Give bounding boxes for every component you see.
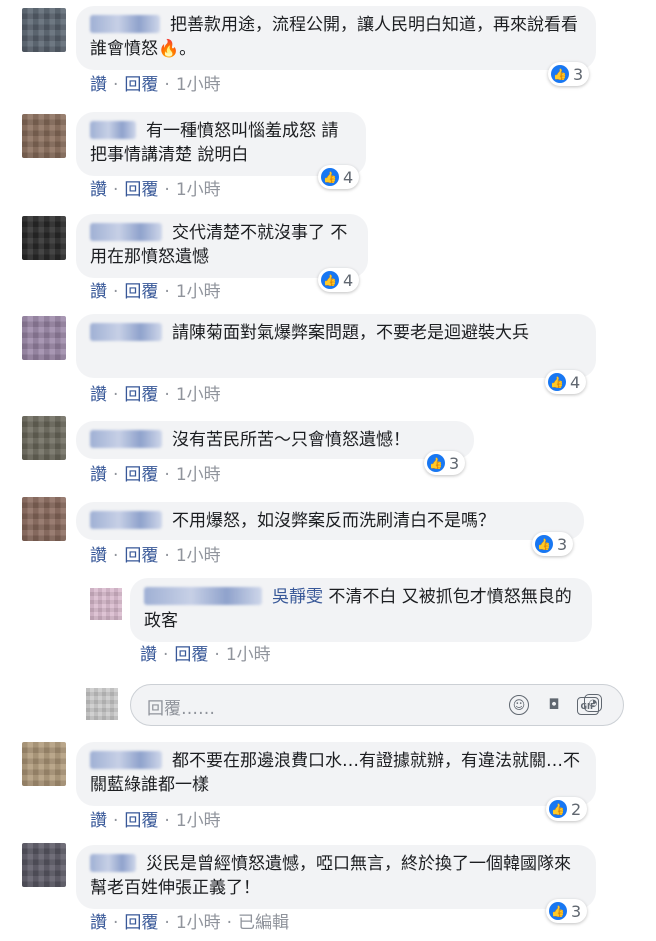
comment-text: 災民是曾經憤怒遺憾，啞口無言，終於換了一個韓國隊來幫老百姓伸張正義了！ <box>90 854 571 898</box>
reply-link[interactable]: 回覆 <box>124 908 158 933</box>
reply-actions: 讚 · 回覆 · 1小時 <box>140 640 271 665</box>
avatar[interactable] <box>22 316 66 360</box>
edited-label[interactable]: 已編輯 <box>238 908 289 933</box>
like-reaction-icon: 👍 <box>551 65 569 83</box>
reply-mention[interactable]: 吳靜雯 <box>272 587 323 607</box>
like-link[interactable]: 讚 <box>90 380 107 405</box>
reply-link[interactable]: 回覆 <box>124 70 158 95</box>
comment-actions: 讚 · 回覆 · 1小時 <box>90 70 221 95</box>
reply-link[interactable]: 回覆 <box>174 640 208 665</box>
like-reaction-icon: 👍 <box>427 454 445 472</box>
like-link[interactable]: 讚 <box>90 277 107 302</box>
comment-actions: 讚 · 回覆 · 1小時 <box>90 380 221 405</box>
commenter-name[interactable] <box>90 323 162 341</box>
timestamp[interactable]: 1小時 <box>176 175 221 200</box>
sticker-icon[interactable]: ◔ <box>584 694 602 712</box>
reply-input-box[interactable]: 回覆…… ☺ ◘ GIF <box>130 684 624 726</box>
emoji-icon[interactable]: ☺ <box>509 695 529 715</box>
reply-link[interactable]: 回覆 <box>124 806 158 831</box>
like-link[interactable]: 讚 <box>90 175 107 200</box>
comment-text: 沒有苦民所苦～只會憤怒遺憾！ <box>172 430 410 450</box>
comment-actions: 讚 · 回覆 · 1小時 · 已編輯 <box>90 908 289 933</box>
reply-link[interactable]: 回覆 <box>124 277 158 302</box>
reaction-count[interactable]: 👍 3 <box>424 451 466 475</box>
comment-bubble: 沒有苦民所苦～只會憤怒遺憾！ <box>76 421 474 459</box>
reply-link[interactable]: 回覆 <box>124 541 158 566</box>
camera-icon[interactable]: ◘ <box>543 694 565 716</box>
commenter-name[interactable] <box>90 430 162 448</box>
like-reaction-icon: 👍 <box>535 535 553 553</box>
commenter-name[interactable] <box>90 15 160 33</box>
comment-actions: 讚 · 回覆 · 1小時 <box>90 806 221 831</box>
comment-actions: 讚 · 回覆 · 1小時 <box>90 541 221 566</box>
timestamp[interactable]: 1小時 <box>176 541 221 566</box>
commenter-name[interactable] <box>90 854 136 872</box>
timestamp[interactable]: 1小時 <box>176 380 221 405</box>
avatar[interactable] <box>22 8 66 52</box>
timestamp[interactable]: 1小時 <box>226 640 271 665</box>
comment-actions: 讚 · 回覆 · 1小時 <box>90 175 221 200</box>
avatar[interactable] <box>90 588 122 620</box>
reaction-count[interactable]: 👍 4 <box>545 370 587 394</box>
commenter-name[interactable] <box>90 511 162 529</box>
comment-text: 請陳菊面對氣爆弊案問題，不要老是迴避裝大兵 <box>172 323 529 343</box>
reaction-count[interactable]: 👍 3 <box>532 532 574 556</box>
like-link[interactable]: 讚 <box>140 640 157 665</box>
avatar[interactable] <box>22 416 66 460</box>
timestamp[interactable]: 1小時 <box>176 908 221 933</box>
reaction-count[interactable]: 👍 4 <box>318 165 360 189</box>
commenter-name[interactable] <box>90 223 162 241</box>
like-link[interactable]: 讚 <box>90 460 107 485</box>
reply-link[interactable]: 回覆 <box>124 380 158 405</box>
like-reaction-icon: 👍 <box>549 902 567 920</box>
like-link[interactable]: 讚 <box>90 908 107 933</box>
avatar[interactable] <box>22 843 66 887</box>
reaction-count[interactable]: 👍 2 <box>546 797 588 821</box>
reply-input[interactable]: 回覆…… <box>147 694 215 719</box>
avatar[interactable] <box>22 216 66 260</box>
commenter-name[interactable] <box>90 121 136 139</box>
comment-text: 都不要在那邊浪費口水…有證據就辦，有違法就關…不關藍綠誰都一樣 <box>90 751 580 795</box>
comment-actions: 讚 · 回覆 · 1小時 <box>90 277 221 302</box>
like-reaction-icon: 👍 <box>548 373 566 391</box>
avatar[interactable] <box>22 114 66 158</box>
like-link[interactable]: 讚 <box>90 541 107 566</box>
reply-bubble: 吳靜雯 不清不白 又被抓包才憤怒無良的政客 <box>130 578 592 642</box>
commenter-name[interactable] <box>90 751 162 769</box>
like-reaction-icon: 👍 <box>321 271 339 289</box>
timestamp[interactable]: 1小時 <box>176 277 221 302</box>
avatar[interactable] <box>22 497 66 541</box>
like-link[interactable]: 讚 <box>90 70 107 95</box>
comment-text: 不用爆怒，如沒弊案反而洗刷清白不是嗎？ <box>172 511 495 531</box>
like-reaction-icon: 👍 <box>321 168 339 186</box>
reply-link[interactable]: 回覆 <box>124 460 158 485</box>
comment-bubble: 把善款用途，流程公開，讓人民明白知道，再來說看看誰會憤怒🔥。 <box>76 6 596 70</box>
reply-link[interactable]: 回覆 <box>124 175 158 200</box>
like-link[interactable]: 讚 <box>90 806 107 831</box>
reaction-count[interactable]: 👍 3 <box>548 62 590 86</box>
comment-text: 把善款用途，流程公開，讓人民明白知道，再來說看看誰會憤怒🔥。 <box>90 15 578 59</box>
timestamp[interactable]: 1小時 <box>176 460 221 485</box>
comment-bubble: 都不要在那邊浪費口水…有證據就辦，有違法就關…不關藍綠誰都一樣 <box>76 742 596 806</box>
my-avatar <box>86 688 118 720</box>
comment-actions: 讚 · 回覆 · 1小時 <box>90 460 221 485</box>
timestamp[interactable]: 1小時 <box>176 806 221 831</box>
comment-bubble: 請陳菊面對氣爆弊案問題，不要老是迴避裝大兵 <box>76 314 596 378</box>
reaction-count[interactable]: 👍 4 <box>318 268 360 292</box>
commenter-name[interactable] <box>144 587 262 605</box>
reaction-count[interactable]: 👍 3 <box>546 899 588 923</box>
comment-bubble: 災民是曾經憤怒遺憾，啞口無言，終於換了一個韓國隊來幫老百姓伸張正義了！ <box>76 845 596 909</box>
comment-bubble: 不用爆怒，如沒弊案反而洗刷清白不是嗎？ <box>76 502 584 540</box>
avatar[interactable] <box>22 742 66 786</box>
like-reaction-icon: 👍 <box>549 800 567 818</box>
timestamp[interactable]: 1小時 <box>176 70 221 95</box>
